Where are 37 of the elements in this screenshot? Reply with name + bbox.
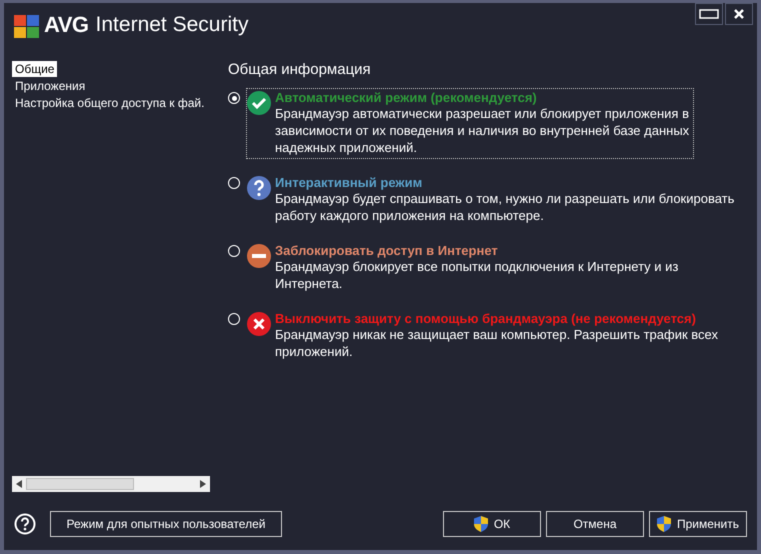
shield-icon (474, 516, 488, 532)
scroll-left-icon[interactable] (16, 480, 22, 488)
cancel-button[interactable]: Отмена (546, 511, 644, 537)
option-title: Интерактивный режим (275, 175, 424, 190)
cross-icon (247, 312, 271, 336)
sidebar-item[interactable]: Приложения (12, 78, 88, 94)
option-description: Брандмауэр никак не защищает ваш компьютер. Разрешить трафик всех приложений. (275, 326, 719, 360)
shield-icon (656, 516, 671, 532)
radio-button[interactable] (228, 313, 240, 325)
apply-button[interactable]: Применить (649, 511, 747, 537)
ok-button[interactable]: ОК (443, 511, 541, 537)
maximize-button[interactable] (695, 3, 723, 25)
option-description: Брандмауэр будет спрашивать о том, нужно ли разрешать или блокировать работу каждого приложения на компьютере. (275, 190, 736, 224)
check-icon (247, 91, 271, 115)
close-icon (734, 9, 744, 19)
window-title: Internet Security (96, 13, 248, 37)
option-title: Заблокировать доступ в Интернет (275, 243, 499, 258)
horizontal-scrollbar[interactable] (12, 476, 210, 492)
option-title: Выключить защиту с помощью брандмауэра (не рекомендуется) (275, 311, 697, 326)
minus-icon (247, 244, 271, 268)
option-description: Брандмауэр автоматически разрешает или блокирует приложения в зависимости от их поведения и наличия во внутренней базе данных надежных приложений. (275, 105, 690, 156)
logo-icon (14, 15, 40, 39)
sidebar-item[interactable]: Общие (12, 61, 58, 77)
option-title: Автоматический режим (рекомендуется) (275, 90, 538, 105)
sidebar-item[interactable]: Настройка общего доступа к фай. (12, 95, 208, 111)
radio-button[interactable] (228, 177, 240, 189)
help-icon[interactable] (14, 513, 36, 535)
scroll-right-icon[interactable] (200, 480, 206, 488)
option-description: Брандмауэр блокирует все попытки подключения к Интернету и из Интернета. (275, 258, 680, 292)
section-heading: Общая информация (228, 61, 372, 78)
maximize-icon (699, 9, 719, 19)
question-icon (247, 176, 271, 200)
radio-button[interactable] (228, 245, 240, 257)
radio-button[interactable] (228, 92, 240, 104)
brand-name: AVG (44, 12, 89, 38)
expert-mode-button[interactable]: Режим для опытных пользователей (50, 511, 282, 537)
close-button[interactable] (725, 3, 753, 25)
